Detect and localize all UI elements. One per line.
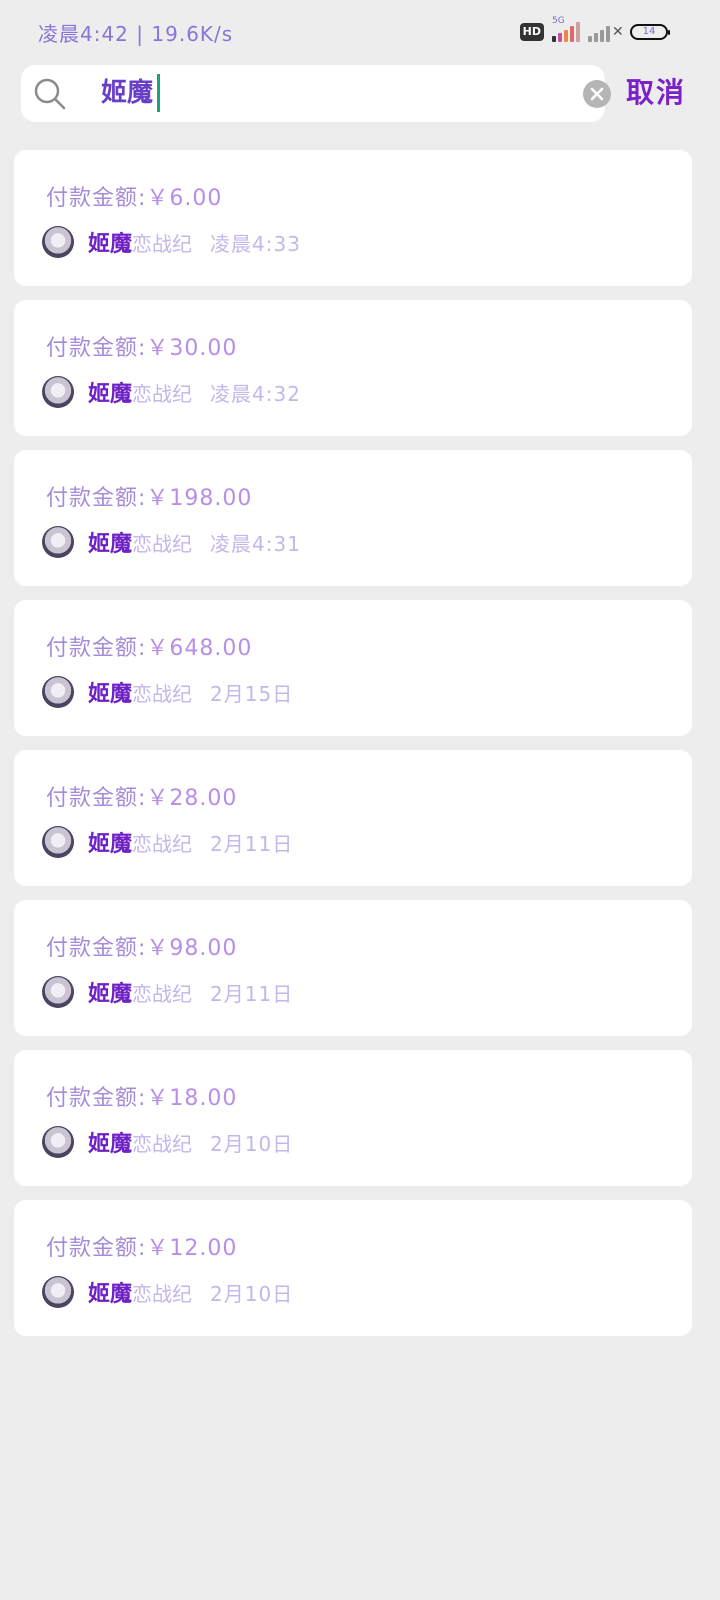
clear-icon[interactable] (582, 79, 612, 109)
search-row: 姬魔 取消 (0, 65, 720, 123)
amount-label: 付款金额: (46, 936, 147, 961)
search-box[interactable]: 姬魔 (21, 65, 611, 122)
merchant-row: 姬魔 恋战纪 2月11日 (42, 824, 293, 860)
amount-label: 付款金额: (46, 486, 147, 511)
list-item[interactable]: 付款金额:￥18.00 姬魔 恋战纪 2月10日 (14, 1050, 692, 1186)
time: 2月10日 (210, 1131, 294, 1156)
time: 2月11日 (210, 981, 294, 1006)
avatar (42, 526, 74, 558)
text-cursor (157, 74, 160, 112)
merchant-row: 姬魔 恋战纪 凌晨4:33 (42, 224, 301, 260)
merchant-row: 姬魔 恋战纪 2月15日 (42, 674, 293, 710)
app-name-rest: 恋战纪 (132, 981, 193, 1006)
app-name-rest: 恋战纪 (132, 1281, 193, 1306)
status-icons: HD 5G ✕ 14 (519, 16, 670, 44)
hd-badge: HD (519, 23, 544, 41)
app-name: 姬魔 (88, 1132, 133, 1157)
amount: 付款金额:￥18.00 (46, 1080, 237, 1112)
amount-value: ￥30.00 (146, 336, 238, 361)
network-speed: 19.6K/s (151, 22, 234, 46)
amount-label: 付款金额: (46, 186, 147, 211)
status-bar: 凌晨4:42 | 19.6K/s HD 5G ✕ 14 (0, 0, 720, 64)
battery-level: 14 (642, 26, 656, 37)
list-item[interactable]: 付款金额:￥648.00 姬魔 恋战纪 2月15日 (14, 600, 692, 736)
signal-no-service-icon: ✕ (588, 22, 624, 42)
network-type: 5G (552, 16, 565, 26)
list-item[interactable]: 付款金额:￥98.00 姬魔 恋战纪 2月11日 (14, 900, 692, 1036)
signal-5g-icon: 5G (552, 16, 580, 42)
app-name: 姬魔 (88, 382, 133, 407)
avatar (42, 976, 74, 1008)
app-name: 姬魔 (88, 1282, 133, 1307)
avatar (42, 1276, 74, 1308)
amount-label: 付款金额: (46, 786, 147, 811)
amount-value: ￥648.00 (146, 636, 253, 661)
amount: 付款金额:￥6.00 (46, 180, 222, 212)
merchant-row: 姬魔 恋战纪 2月11日 (42, 974, 293, 1010)
amount-value: ￥198.00 (146, 486, 253, 511)
result-list: 付款金额:￥6.00 姬魔 恋战纪 凌晨4:33 付款金额:￥30.00 姬魔 … (14, 150, 692, 1350)
app-name: 姬魔 (88, 232, 133, 257)
amount-label: 付款金额: (46, 636, 147, 661)
app-name-rest: 恋战纪 (132, 231, 193, 256)
amount-value: ￥18.00 (146, 1086, 238, 1111)
app-name: 姬魔 (88, 832, 133, 857)
time: 2月10日 (210, 1281, 294, 1306)
amount: 付款金额:￥648.00 (46, 630, 252, 662)
list-item[interactable]: 付款金额:￥12.00 姬魔 恋战纪 2月10日 (14, 1200, 692, 1336)
app-name-rest: 恋战纪 (132, 1131, 193, 1156)
avatar (42, 676, 74, 708)
time: 2月11日 (210, 831, 294, 856)
amount-value: ￥12.00 (146, 1236, 238, 1261)
avatar (42, 1126, 74, 1158)
app-name-rest: 恋战纪 (132, 531, 193, 556)
merchant-row: 姬魔 恋战纪 2月10日 (42, 1124, 293, 1160)
amount-label: 付款金额: (46, 1086, 147, 1111)
time: 凌晨4:33 (210, 231, 301, 256)
list-item[interactable]: 付款金额:￥30.00 姬魔 恋战纪 凌晨4:32 (14, 300, 692, 436)
avatar (42, 826, 74, 858)
amount: 付款金额:￥98.00 (46, 930, 237, 962)
list-item[interactable]: 付款金额:￥6.00 姬魔 恋战纪 凌晨4:33 (14, 150, 692, 286)
time: 凌晨4:31 (210, 531, 301, 556)
merchant-row: 姬魔 恋战纪 2月10日 (42, 1274, 293, 1310)
amount-value: ￥28.00 (146, 786, 238, 811)
amount: 付款金额:￥12.00 (46, 1230, 237, 1262)
amount: 付款金额:￥198.00 (46, 480, 252, 512)
battery-icon: 14 (630, 24, 670, 40)
time: 2月15日 (210, 681, 294, 706)
search-icon (34, 78, 66, 110)
amount-value: ￥98.00 (146, 936, 238, 961)
app-name: 姬魔 (88, 982, 133, 1007)
app-name: 姬魔 (88, 532, 133, 557)
amount: 付款金额:￥28.00 (46, 780, 237, 812)
time: 凌晨4:32 (210, 381, 301, 406)
separator: | (136, 22, 152, 46)
clock: 凌晨4:42 (38, 22, 129, 46)
cancel-button[interactable]: 取消 (626, 75, 686, 111)
amount-label: 付款金额: (46, 1236, 147, 1261)
list-item[interactable]: 付款金额:￥28.00 姬魔 恋战纪 2月11日 (14, 750, 692, 886)
app-name-rest: 恋战纪 (132, 681, 193, 706)
avatar (42, 376, 74, 408)
app-name: 姬魔 (88, 682, 133, 707)
list-item[interactable]: 付款金额:￥198.00 姬魔 恋战纪 凌晨4:31 (14, 450, 692, 586)
status-time: 凌晨4:42 | 19.6K/s (38, 18, 233, 47)
avatar (42, 226, 74, 258)
search-input[interactable]: 姬魔 (101, 77, 153, 109)
merchant-row: 姬魔 恋战纪 凌晨4:32 (42, 374, 301, 410)
amount: 付款金额:￥30.00 (46, 330, 237, 362)
amount-label: 付款金额: (46, 336, 147, 361)
amount-value: ￥6.00 (146, 186, 223, 211)
merchant-row: 姬魔 恋战纪 凌晨4:31 (42, 524, 301, 560)
app-name-rest: 恋战纪 (132, 381, 193, 406)
app-name-rest: 恋战纪 (132, 831, 193, 856)
